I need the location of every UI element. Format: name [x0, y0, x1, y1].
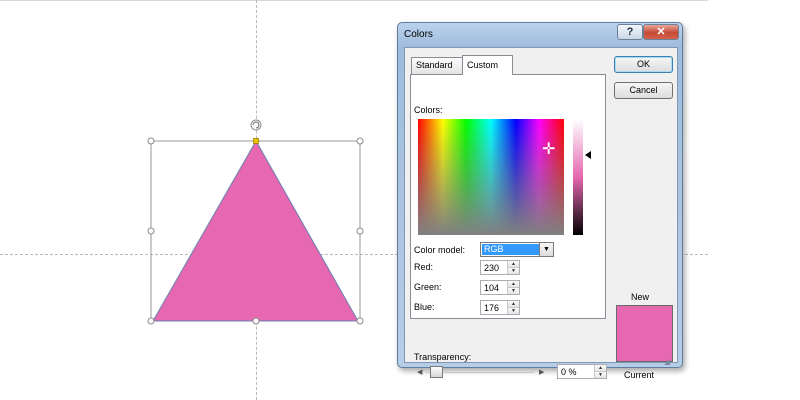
- color-model-label: Color model:: [414, 245, 466, 255]
- current-label: Current: [624, 370, 655, 380]
- transparency-up-arrow-icon[interactable]: ▲: [595, 365, 606, 372]
- transparency-label: Transparency:: [414, 352, 472, 362]
- blue-up-arrow-icon[interactable]: ▲: [508, 301, 519, 308]
- cancel-button[interactable]: Cancel: [614, 82, 673, 99]
- tab-standard[interactable]: Standard: [411, 57, 463, 74]
- color-model-select[interactable]: RGB ▼: [480, 242, 554, 257]
- blue-label: Blue:: [414, 302, 435, 312]
- resize-handle-mr[interactable]: [356, 227, 364, 235]
- red-spinner[interactable]: 230 ▲ ▼: [480, 260, 520, 275]
- red-label: Red:: [414, 262, 434, 272]
- green-spinner[interactable]: 104 ▲ ▼: [480, 280, 520, 295]
- red-up-arrow-icon[interactable]: ▲: [508, 261, 519, 268]
- blue-value[interactable]: 176: [484, 303, 499, 313]
- colors-label: Colors:: [414, 105, 443, 115]
- luminance-bar[interactable]: [573, 119, 583, 235]
- triangle-shape-selection[interactable]: [145, 115, 370, 330]
- transparency-value[interactable]: 0 %: [561, 367, 577, 377]
- resize-handle-ml[interactable]: [147, 227, 155, 235]
- transparency-down-arrow-icon[interactable]: ▼: [595, 372, 606, 378]
- resize-grip-icon[interactable]: ◢: [664, 357, 670, 366]
- triangle-shape[interactable]: [152, 139, 359, 322]
- luminance-pointer-icon[interactable]: [585, 151, 591, 159]
- green-down-arrow-icon[interactable]: ▼: [508, 288, 519, 294]
- blue-down-arrow-icon[interactable]: ▼: [508, 308, 519, 314]
- blue-spinner[interactable]: 176 ▲ ▼: [480, 300, 520, 315]
- help-button[interactable]: ?: [617, 24, 643, 40]
- resize-handle-bm[interactable]: [252, 317, 260, 325]
- tab-custom[interactable]: Custom: [462, 55, 513, 75]
- close-button[interactable]: ✕: [643, 24, 679, 40]
- slide-top-edge: [0, 0, 708, 1]
- slider-left-arrow-icon[interactable]: ◀: [417, 368, 422, 376]
- slider-thumb[interactable]: [430, 366, 443, 378]
- colors-dialog: Colors ? ✕ Standard Custom Colors: ✛ Col…: [397, 22, 683, 380]
- rotate-handle-icon[interactable]: [250, 119, 262, 131]
- new-current-color-swatch: [616, 305, 673, 362]
- resize-handle-tr[interactable]: [356, 137, 364, 145]
- red-value[interactable]: 230: [484, 263, 499, 273]
- ok-button[interactable]: OK: [614, 56, 673, 73]
- slider-right-arrow-icon[interactable]: ▶: [539, 368, 544, 376]
- green-label: Green:: [414, 282, 442, 292]
- green-up-arrow-icon[interactable]: ▲: [508, 281, 519, 288]
- transparency-slider[interactable]: ◀ ▶: [414, 365, 546, 379]
- resize-handle-bl[interactable]: [147, 317, 155, 325]
- green-value[interactable]: 104: [484, 283, 499, 293]
- adjust-handle[interactable]: [253, 138, 259, 144]
- transparency-spinner[interactable]: 0 % ▲ ▼: [557, 364, 607, 379]
- new-label: New: [631, 292, 650, 302]
- dialog-titlebar[interactable]: Colors ? ✕: [398, 23, 682, 47]
- spectrum-crosshair-icon[interactable]: ✛: [542, 142, 555, 158]
- color-spectrum[interactable]: [418, 119, 564, 235]
- dialog-title: Colors: [404, 29, 433, 40]
- resize-handle-br[interactable]: [356, 317, 364, 325]
- dialog-client: Standard Custom Colors: ✛ Color model: R…: [404, 47, 678, 380]
- chevron-down-icon[interactable]: ▼: [539, 243, 553, 256]
- resize-handle-tl[interactable]: [147, 137, 155, 145]
- red-down-arrow-icon[interactable]: ▼: [508, 268, 519, 274]
- color-model-value: RGB: [482, 244, 539, 255]
